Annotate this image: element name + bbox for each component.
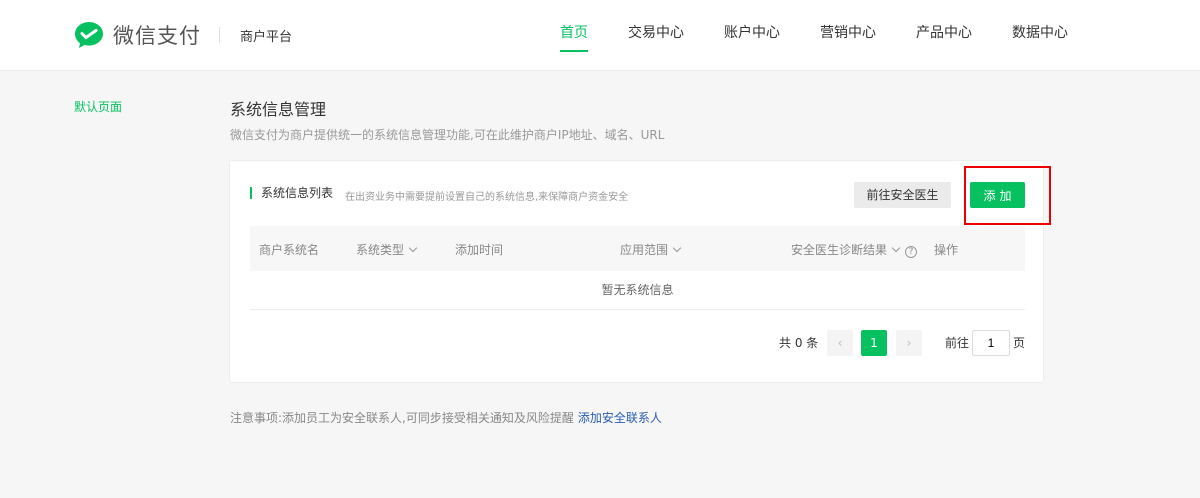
page-1-button[interactable]: 1	[861, 330, 887, 356]
col-label: 系统类型	[356, 243, 405, 257]
notice-text: 注意事项:添加员工为安全联系人,可同步接受相关通知及风险提醒	[230, 411, 574, 425]
col-system-name: 商户系统名	[259, 243, 320, 257]
page-suffix: 页	[1013, 336, 1026, 350]
brand-name: 微信支付	[113, 24, 201, 48]
col-label: 应用范围	[620, 243, 669, 257]
col-add-time: 添加时间	[455, 243, 504, 257]
help-icon[interactable]: ?	[905, 246, 918, 258]
security-doctor-button[interactable]: 前往安全医生	[854, 182, 951, 208]
goto-label: 前往	[945, 336, 970, 350]
nav-home[interactable]: 首页	[550, 0, 598, 71]
list-title: 系统信息列表	[250, 187, 333, 199]
col-diagnosis[interactable]: 安全医生诊断结果?	[791, 241, 918, 258]
nav-trade[interactable]: 交易中心	[618, 0, 694, 71]
chevron-down-icon	[891, 243, 901, 253]
empty-state: 暂无系统信息	[250, 271, 1025, 310]
total-count: 共 0 条	[779, 336, 819, 350]
add-button[interactable]: 添加	[970, 182, 1025, 208]
col-system-type[interactable]: 系统类型	[356, 241, 418, 258]
nav-marketing[interactable]: 营销中心	[810, 0, 886, 71]
list-hint: 在出资业务中需要提前设置自己的系统信息,来保障商户资金安全	[345, 192, 629, 203]
system-info-card: 系统信息列表 在出资业务中需要提前设置自己的系统信息,来保障商户资金安全 前往安…	[229, 160, 1044, 383]
prev-page-button[interactable]: ‹	[827, 330, 853, 356]
add-contact-link[interactable]: 添加安全联系人	[578, 411, 662, 425]
col-label: 安全医生诊断结果	[791, 243, 888, 257]
nav-product[interactable]: 产品中心	[906, 0, 982, 71]
page-input[interactable]	[972, 330, 1010, 356]
nav-account[interactable]: 账户中心	[714, 0, 790, 71]
col-scope[interactable]: 应用范围	[620, 241, 682, 258]
nav-data[interactable]: 数据中心	[1002, 0, 1078, 71]
logo[interactable]: 微信支付 商户平台	[73, 20, 292, 50]
top-header: 微信支付 商户平台 首页 交易中心 账户中心 营销中心 产品中心 数据中心	[0, 0, 1200, 71]
page-description: 微信支付为商户提供统一的系统信息管理功能,可在此维护商户IP地址、域名、URL	[230, 128, 665, 142]
next-page-button[interactable]: ›	[896, 330, 922, 356]
notice: 注意事项:添加员工为安全联系人,可同步接受相关通知及风险提醒 添加安全联系人	[230, 409, 662, 426]
table-header: 商户系统名 系统类型 添加时间 应用范围 安全医生诊断结果? 操作	[250, 226, 1025, 271]
divider	[219, 27, 220, 43]
col-actions: 操作	[934, 243, 959, 257]
chevron-down-icon	[408, 243, 418, 253]
platform-name: 商户平台	[240, 29, 293, 45]
wechat-pay-logo-icon	[75, 22, 103, 48]
sidebar-item-default[interactable]: 默认页面	[74, 98, 122, 115]
main-nav: 首页 交易中心 账户中心 营销中心 产品中心 数据中心	[540, 0, 1088, 71]
page-title: 系统信息管理	[230, 100, 327, 119]
chevron-down-icon	[672, 243, 682, 253]
